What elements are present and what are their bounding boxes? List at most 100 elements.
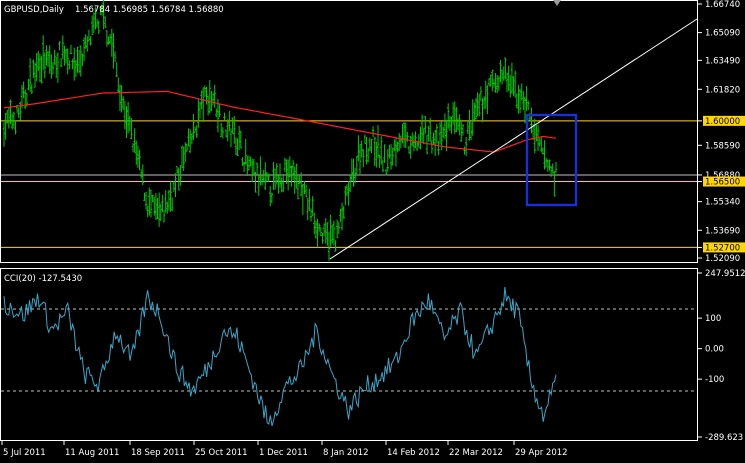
price-bar — [202, 87, 205, 123]
price-bar — [221, 127, 225, 139]
price-bar — [148, 187, 151, 216]
chart-canvas[interactable]: GBPUSD,Daily 1.56784 1.56985 1.56784 1.5… — [0, 0, 745, 459]
price-bar — [87, 29, 91, 42]
price-bar — [205, 87, 208, 105]
price-panel-frame — [0, 0, 698, 263]
price-bar — [420, 114, 424, 143]
price-bar — [375, 141, 378, 168]
price-bar — [355, 156, 358, 174]
price-bar — [154, 193, 158, 220]
price-bar — [321, 232, 324, 244]
price-tick-label: 1.65090 — [705, 29, 740, 39]
price-bar — [255, 162, 259, 175]
price-bar — [373, 136, 376, 167]
price-bar — [396, 141, 399, 153]
price-bar — [404, 122, 407, 148]
chart-window[interactable]: GBPUSD,Daily 1.56784 1.56985 1.56784 1.5… — [0, 0, 745, 459]
price-bar — [43, 52, 47, 79]
price-bar — [260, 175, 264, 186]
price-bar — [224, 129, 228, 138]
price-bar — [265, 172, 269, 183]
price-bar — [246, 155, 249, 176]
time-tick-label: 29 Apr 2012 — [515, 448, 568, 458]
price-bar — [190, 133, 194, 145]
price-bar — [407, 145, 411, 154]
price-bar — [389, 144, 393, 170]
price-bar — [518, 88, 522, 113]
price-bar — [239, 130, 243, 149]
price-bar — [28, 58, 32, 93]
price-bar — [220, 123, 223, 137]
price-bar — [295, 163, 298, 189]
price-bar — [213, 84, 216, 108]
price-bar — [264, 162, 267, 190]
price-bar — [469, 122, 473, 140]
price-bar — [515, 93, 519, 109]
time-tick-label: 8 Jan 2012 — [323, 448, 369, 458]
price-bar — [128, 115, 131, 132]
price-bar — [381, 159, 385, 173]
price-tick-label: 1.61820 — [705, 85, 740, 95]
scroll-marker-icon[interactable] — [553, 0, 561, 6]
price-bar — [136, 145, 140, 168]
price-bar — [126, 101, 130, 134]
price-bar — [471, 99, 474, 136]
price-bar — [218, 104, 221, 118]
price-bar — [195, 125, 198, 138]
price-bar — [411, 132, 414, 147]
price-bar — [491, 69, 494, 92]
price-bar — [153, 196, 156, 216]
price-bar — [53, 49, 56, 65]
price-bar — [296, 175, 300, 200]
price-bar — [453, 101, 456, 134]
price-bar — [76, 46, 79, 73]
price-bar — [58, 41, 61, 51]
price-bar — [234, 137, 238, 156]
price-bar — [430, 139, 434, 154]
price-bar — [270, 192, 274, 204]
price-bar — [198, 101, 202, 119]
price-bar — [149, 189, 153, 218]
price-bar — [417, 134, 421, 148]
price-bar — [492, 79, 496, 88]
price-bar — [394, 138, 398, 167]
price-bar — [82, 37, 86, 62]
price-bar — [122, 96, 125, 111]
price-bar — [494, 72, 497, 93]
price-bar — [143, 192, 146, 202]
price-bar — [548, 159, 551, 171]
price-bar — [383, 144, 386, 163]
cci-tick-label: 0.00 — [705, 345, 724, 355]
price-bar — [64, 49, 68, 64]
price-bar — [120, 85, 123, 113]
price-bar — [322, 223, 326, 237]
price-bar — [38, 53, 42, 82]
trendline[interactable] — [329, 18, 698, 260]
price-bar — [187, 128, 190, 147]
price-bar — [517, 84, 520, 114]
price-bar — [115, 62, 118, 78]
time-tick-label: 5 Jul 2011 — [3, 448, 46, 458]
price-bar — [388, 144, 391, 159]
price-bar — [110, 28, 113, 57]
price-bar — [162, 209, 166, 223]
price-bar — [69, 44, 73, 54]
price-bar — [293, 166, 296, 194]
ohlc-readout: 1.56784 1.56985 1.56784 1.56880 — [75, 5, 224, 15]
price-bar — [290, 165, 293, 187]
cci-line — [3, 286, 557, 427]
price-bar — [442, 126, 445, 138]
price-bar — [468, 110, 471, 141]
price-bar — [437, 140, 440, 156]
price-bar — [329, 214, 332, 247]
price-bar — [157, 192, 161, 227]
price-bar — [481, 98, 484, 123]
price-bar — [334, 240, 337, 252]
price-bar — [304, 184, 308, 198]
price-bar — [303, 180, 306, 195]
price-bar — [4, 112, 7, 140]
price-bar — [177, 167, 180, 191]
price-bar — [135, 140, 138, 165]
price-bar — [123, 101, 127, 130]
price-bar — [510, 62, 514, 94]
